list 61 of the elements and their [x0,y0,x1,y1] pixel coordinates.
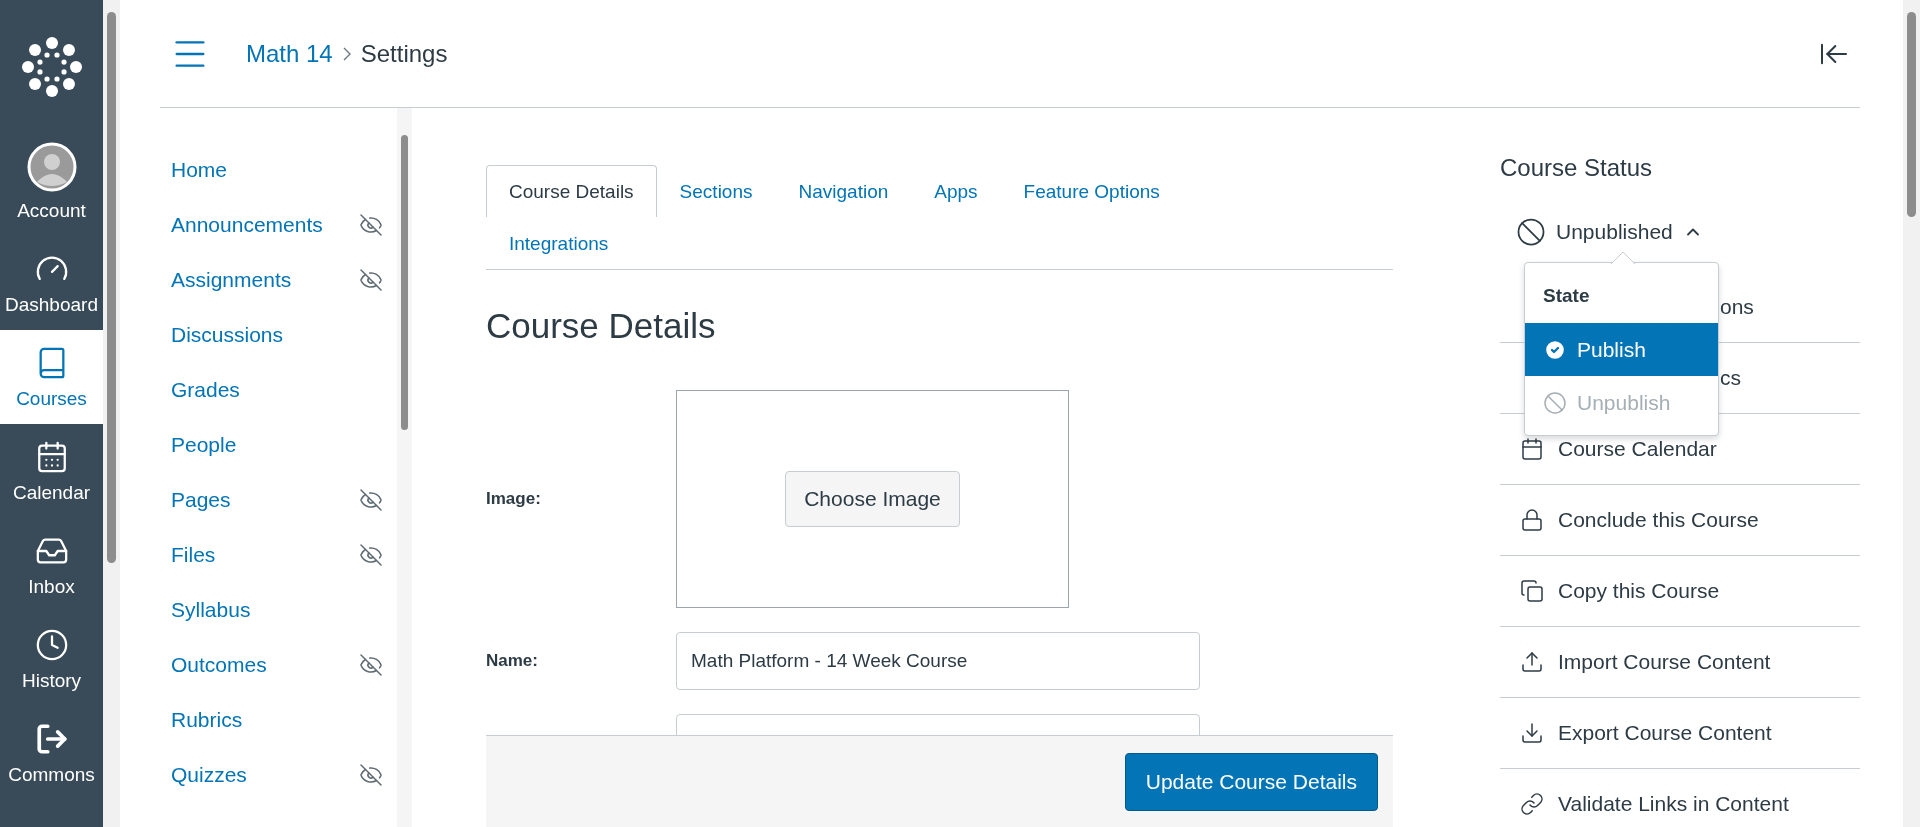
sidebar-link[interactable]: Export Course Content [1500,698,1860,769]
course-nav-link[interactable]: Discussions [171,307,397,362]
course-nav-link[interactable]: Rubrics [171,692,397,747]
breadcrumb-link[interactable]: Math 14 [246,39,333,68]
course-nav-link[interactable]: Assignments [171,252,397,307]
sidebar-link[interactable]: Import Course Content [1500,627,1860,698]
status-button[interactable]: Unpublished [1500,212,1719,252]
global-nav-item[interactable]: History [0,612,103,706]
avatar-icon [26,142,77,192]
download-icon [1520,721,1544,745]
hidden-eye-icon [359,542,383,567]
breadcrumb-link[interactable]: Settings [360,39,448,68]
update-button[interactable]: Update Course Details [1124,752,1378,811]
course-nav-link[interactable]: Grades [171,362,397,417]
upload-icon [1520,650,1544,674]
section-title: Course Status [1500,154,1654,182]
sidebar-link[interactable]: Conclude this Course [1500,485,1860,556]
global-nav-item[interactable]: Account [0,142,103,236]
lock-icon [1520,508,1544,532]
course-nav-link[interactable]: Home [171,142,397,197]
menu-option[interactable]: Publish [1525,323,1718,376]
hidden-eye-icon [359,652,383,677]
unpublished-icon [1543,390,1567,415]
course-nav-link[interactable]: Files [171,527,397,582]
course-nav-link[interactable]: Syllabus [171,582,397,637]
field-label: Name: [486,651,539,671]
course-nav-link[interactable]: Quizzes [171,747,397,802]
global-nav-item[interactable]: Inbox [0,518,103,612]
link-icon [1520,792,1544,816]
course-nav-link[interactable]: Pages [171,472,397,527]
copy-icon [1520,579,1544,603]
global-nav-item[interactable]: Calendar [0,424,103,518]
hidden-eye-icon [359,267,383,292]
choose-image-button[interactable]: Choose Image [785,471,960,527]
menu-title: State [1542,284,1591,308]
global-nav-item[interactable]: Courses [0,330,103,424]
hidden-eye-icon [359,762,383,787]
page-heading: Course Details [486,306,717,346]
calendar-icon [1520,437,1544,461]
scrollbar[interactable] [397,108,412,827]
clock-icon [34,628,69,662]
scrollbar[interactable] [103,0,120,827]
input-field[interactable]: Math Platform - 14 Week Course [676,632,1200,690]
settings-tab[interactable]: Course Details [486,165,657,217]
sidebar-link[interactable]: ons [1720,295,1754,319]
course-nav-link[interactable]: Announcements [171,197,397,252]
chevron-right-icon [342,46,351,61]
global-nav-item[interactable]: Commons [0,706,103,800]
sidebar-link[interactable]: Course Calendar [1500,414,1860,485]
sidebar-link[interactable]: Validate Links in Content [1500,769,1860,827]
sidebar-link[interactable]: Copy this Course [1500,556,1860,627]
unpublished-icon [1516,217,1546,247]
hidden-eye-icon [359,212,383,237]
course-nav-link[interactable]: People [171,417,397,472]
scrollbar[interactable] [1903,0,1920,827]
logo-icon[interactable] [20,36,83,98]
course-nav-link[interactable]: Outcomes [171,637,397,692]
sidebar-link[interactable]: cs [1720,366,1741,390]
global-nav-item[interactable]: Dashboard [0,236,103,330]
hidden-eye-icon [359,487,383,512]
field-label: Image: [486,489,542,509]
